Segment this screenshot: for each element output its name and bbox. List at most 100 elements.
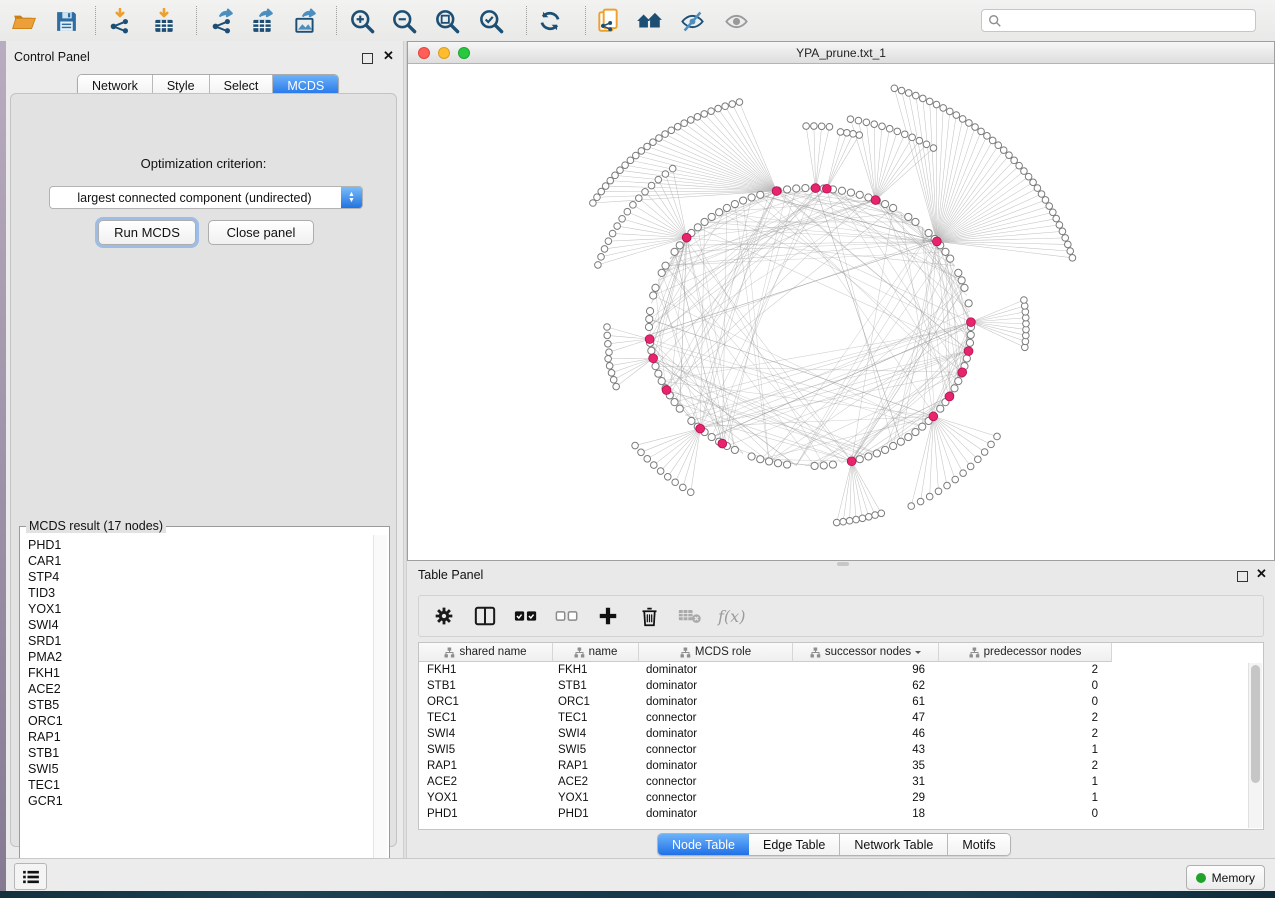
mcds-result-item[interactable]: PHD1 [28,537,373,553]
attribute-type-icon [969,647,980,658]
import-table-button[interactable] [150,7,178,35]
mcds-result-item[interactable]: ACE2 [28,681,373,697]
zoom-in-button[interactable] [348,7,376,35]
cell-shared-name: TEC1 [419,712,553,724]
memory-button[interactable]: Memory [1186,865,1265,890]
table-settings-button[interactable] [431,603,457,629]
mcds-result-item[interactable]: TID3 [28,585,373,601]
memory-status-icon [1196,873,1206,883]
search-input[interactable] [1002,13,1255,29]
tab-edge-table[interactable]: Edge Table [749,834,840,855]
cell-name: STB1 [553,680,639,692]
deselect-all-button[interactable] [554,603,580,629]
column-header-name[interactable]: name [553,643,639,662]
network-window-titlebar[interactable]: YPA_prune.txt_1 [408,42,1274,64]
cell-shared-name: ORC1 [419,696,553,708]
tab-motifs[interactable]: Motifs [948,834,1009,855]
run-mcds-button[interactable]: Run MCDS [98,220,196,245]
close-panel-button[interactable]: Close panel [208,220,314,245]
delete-column-button[interactable] [636,603,662,629]
show-panels-button[interactable] [722,7,750,35]
table-row[interactable]: STB1 STB1 dominator 62 0 [419,678,1263,694]
magnifier-plus-icon [349,8,376,35]
zoom-selected-button[interactable] [477,7,505,35]
cell-shared-name: ACE2 [419,776,553,788]
tab-node-table[interactable]: Node Table [658,834,749,855]
mcds-list-scrollbar[interactable] [373,535,387,888]
delete-table-button[interactable] [677,603,703,629]
table-delete-icon [678,606,702,626]
export-to-web-button[interactable] [594,7,622,35]
apply-layout-button[interactable] [536,7,564,35]
close-table-panel-icon[interactable]: ✕ [1256,566,1267,582]
table-row[interactable]: SWI5 SWI5 connector 43 1 [419,742,1263,758]
network-import-icon [107,8,133,34]
cell-shared-name: YOX1 [419,792,553,804]
mcds-result-item[interactable]: YOX1 [28,601,373,617]
add-column-button[interactable] [595,603,621,629]
float-table-panel-icon[interactable] [1237,571,1248,582]
column-header-label: name [589,646,618,658]
network-view-window: YPA_prune.txt_1 [407,41,1275,561]
network-canvas[interactable] [408,64,1274,560]
cell-name: YOX1 [553,792,639,804]
column-header-successor-nodes[interactable]: successor nodes [793,643,939,662]
optimization-criterion-select[interactable]: largest connected component (undirected)… [49,186,363,209]
column-header-predecessor-nodes[interactable]: predecessor nodes [939,643,1112,662]
import-network-button[interactable] [106,7,134,35]
refresh-arrows-icon [537,8,563,34]
table-row[interactable]: ORC1 ORC1 dominator 61 0 [419,694,1263,710]
mcds-result-item[interactable]: SWI4 [28,617,373,633]
cell-name: PHD1 [553,808,639,820]
table-row[interactable]: ACE2 ACE2 connector 31 1 [419,774,1263,790]
tab-network-table[interactable]: Network Table [840,834,948,855]
mcds-result-item[interactable]: CAR1 [28,553,373,569]
mcds-result-item[interactable]: FKH1 [28,665,373,681]
select-all-button[interactable] [513,603,539,629]
export-table-button[interactable] [248,7,276,35]
horizontal-splitter-handle[interactable] [837,562,849,566]
table-row[interactable]: TEC1 TEC1 connector 47 2 [419,710,1263,726]
column-header-MCDS-role[interactable]: MCDS role [639,643,793,662]
save-session-button[interactable] [52,7,80,35]
zoom-fit-button[interactable] [433,7,461,35]
show-column-button[interactable] [472,603,498,629]
cell-successor-nodes: 29 [793,792,939,804]
mcds-result-item[interactable]: STB5 [28,697,373,713]
close-panel-icon[interactable]: ✕ [383,48,394,64]
mcds-result-item[interactable]: STP4 [28,569,373,585]
mcds-result-item[interactable]: ORC1 [28,713,373,729]
float-panel-icon[interactable] [362,53,373,64]
table-row[interactable]: YOX1 YOX1 connector 29 1 [419,790,1263,806]
export-network-button[interactable] [208,7,236,35]
table-row[interactable]: PHD1 PHD1 dominator 18 0 [419,806,1263,822]
table-row[interactable]: RAP1 RAP1 dominator 35 2 [419,758,1263,774]
cell-mcds-role: dominator [639,760,793,772]
table-row[interactable]: FKH1 FKH1 dominator 96 2 [419,662,1263,678]
dominator-node [772,187,781,196]
mcds-result-item[interactable]: TEC1 [28,777,373,793]
open-session-button[interactable] [10,7,38,35]
table-scrollbar-thumb[interactable] [1251,665,1260,783]
open-app-store-button[interactable] [635,7,663,35]
zoom-out-button[interactable] [390,7,418,35]
mcds-result-item[interactable]: SWI5 [28,761,373,777]
trash-icon [639,606,660,627]
mcds-result-item[interactable]: SRD1 [28,633,373,649]
function-builder-button[interactable]: f(x) [718,607,745,626]
search-field[interactable] [981,9,1256,32]
task-history-button[interactable] [14,863,47,890]
hide-panels-button[interactable] [678,7,706,35]
optimization-criterion-value: largest connected component (undirected) [50,191,341,205]
mcds-result-item[interactable]: STB1 [28,745,373,761]
eye-slash-icon [679,8,706,35]
table-row[interactable]: SWI4 SWI4 dominator 46 2 [419,726,1263,742]
export-image-button[interactable] [291,7,319,35]
mcds-result-item[interactable]: RAP1 [28,729,373,745]
column-header-shared-name[interactable]: shared name [419,643,553,662]
table-scrollbar[interactable] [1248,663,1262,828]
mcds-result-item[interactable]: GCR1 [28,793,373,809]
desktop-background-bottom [0,891,1275,898]
mcds-result-item[interactable]: PMA2 [28,649,373,665]
cell-mcds-role: dominator [639,808,793,820]
